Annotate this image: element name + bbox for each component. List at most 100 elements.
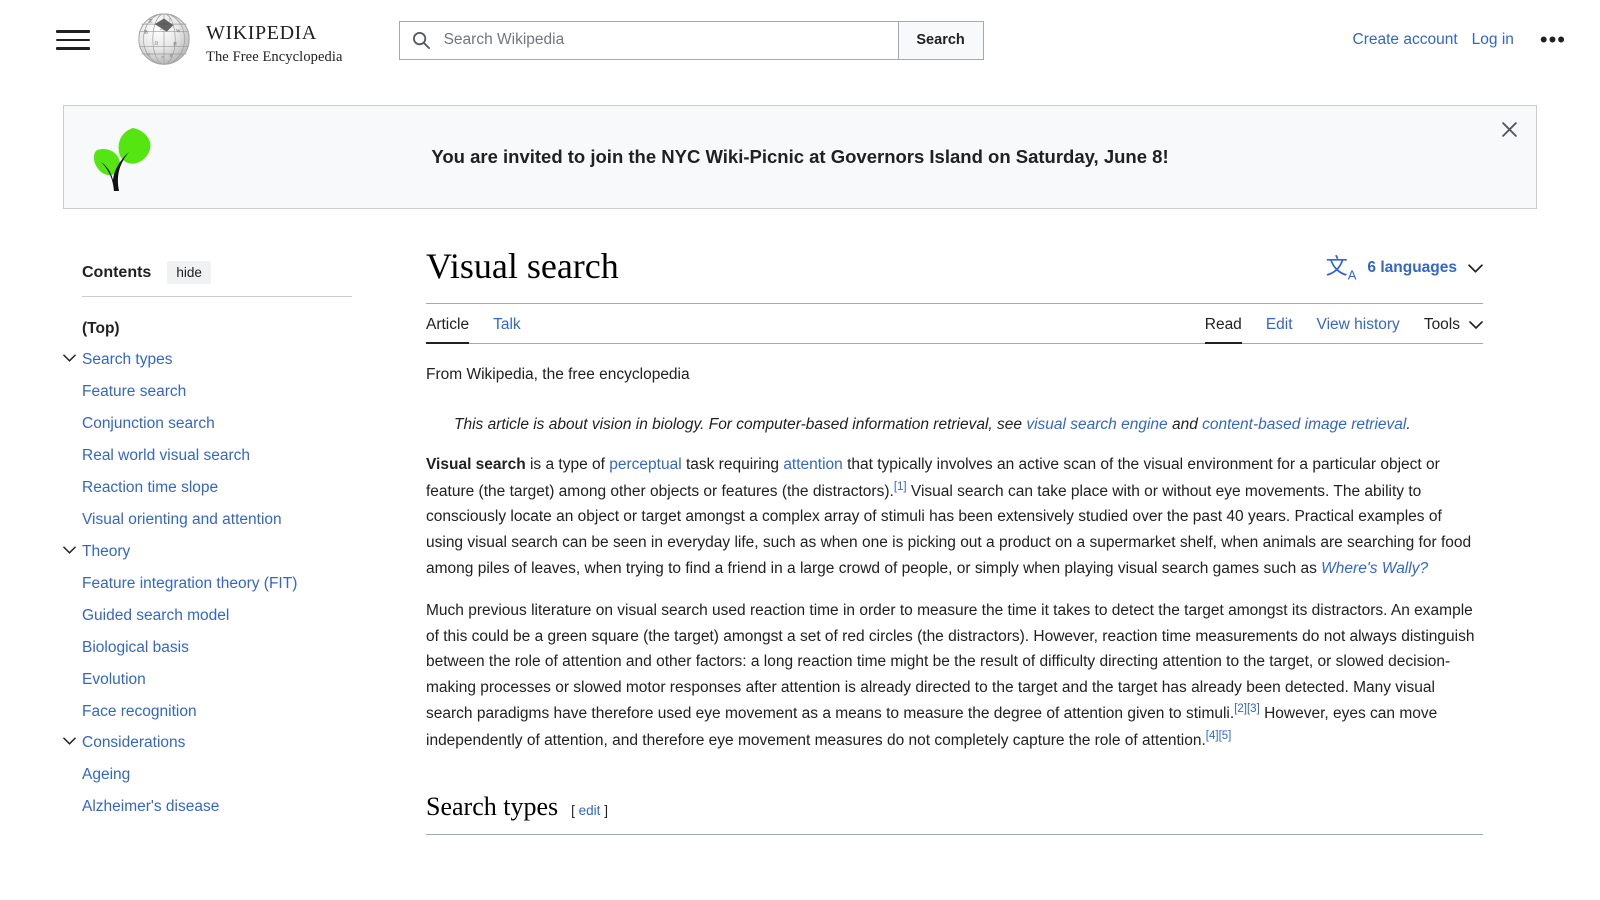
toc-item-evolution[interactable]: Evolution (63, 664, 393, 696)
tab-label: Article (426, 316, 470, 334)
hatnote-text-2: and (1167, 416, 1203, 434)
log-in-link[interactable]: Log in (1472, 31, 1514, 49)
toc-item-guided-search-model[interactable]: Guided search model (63, 600, 393, 632)
toc-item-search-types[interactable]: Search types (63, 345, 393, 377)
toc-item-label: Search types (82, 351, 173, 369)
toc-item-label: Considerations (82, 734, 186, 752)
citation-ref-1[interactable]: [1] (894, 481, 907, 493)
toc-item-label: Biological basis (82, 638, 189, 656)
visual-search-engine-link[interactable]: visual search engine (1026, 416, 1167, 433)
tab-article[interactable]: Article (426, 316, 470, 345)
toc-item-label: Feature integration theory (FIT) (82, 574, 298, 592)
hatnote-text-1: This article is about vision in biology.… (454, 416, 1027, 434)
citation-ref-4[interactable]: [4] (1206, 730, 1219, 742)
toc-item-label: Evolution (82, 670, 146, 688)
create-account-link[interactable]: Create account (1353, 31, 1458, 49)
tab-label: View history (1316, 316, 1400, 334)
edit-link[interactable]: edit (579, 803, 601, 818)
section-edit-link: [ edit ] (571, 803, 608, 818)
close-icon[interactable] (1492, 112, 1526, 146)
toc-item-reaction-time-slope[interactable]: Reaction time slope (63, 473, 393, 505)
language-count-label: 6 languages (1367, 259, 1457, 277)
hamburger-icon[interactable] (56, 23, 90, 57)
toc-hide-button[interactable]: hide (167, 261, 211, 284)
perceptual-link[interactable]: perceptual (609, 456, 681, 473)
toc-item-top[interactable]: (Top) (63, 313, 393, 345)
toc-item-feature-search[interactable]: Feature search (63, 377, 393, 409)
toc-item-real-world-visual-search[interactable]: Real world visual search (63, 441, 393, 473)
p1-t2: task requiring (681, 456, 784, 474)
toc-item-label: Real world visual search (82, 447, 250, 465)
second-paragraph: Much previous literature on visual searc… (426, 598, 1483, 754)
tools-label: Tools (1423, 316, 1460, 334)
toc-item-label: Reaction time slope (82, 479, 219, 497)
banner-message: You are invited to join the NYC Wiki-Pic… (431, 146, 1169, 167)
toc-item-label: Face recognition (82, 702, 197, 720)
p2-t1: Much previous literature on visual searc… (426, 602, 1475, 723)
table-of-contents: Contents hide (Top) Search types Feature s… (63, 209, 393, 835)
toc-list: (Top) Search types Feature search Conjuncti… (63, 313, 393, 824)
edit-bracket-close: ] (604, 802, 608, 818)
header-user-links: Create account Log in ••• (1353, 28, 1580, 52)
hamburger-bar (56, 30, 90, 33)
toc-item-feature-integration-theory-fit[interactable]: Feature integration theory (FIT) (63, 568, 393, 600)
chevron-down-icon[interactable] (63, 350, 82, 363)
chevron-down-icon (1469, 321, 1483, 330)
toc-item-biological-basis[interactable]: Biological basis (63, 632, 393, 664)
toc-item-ageing[interactable]: Ageing (63, 760, 393, 792)
tab-view-history[interactable]: View history (1317, 316, 1400, 343)
wordmark-text: WIKIPEDIA (206, 13, 317, 46)
ellipsis-icon[interactable]: ••• (1536, 28, 1570, 52)
wheres-wally-link[interactable]: Where's Wally? (1321, 560, 1428, 577)
section-heading-label: Search types (426, 791, 559, 821)
site-header: 文ᚠ あW ΩИ תא дק WIKIPEDIA The Free Encycl… (0, 0, 1600, 80)
toc-item-face-recognition[interactable]: Face recognition (63, 696, 393, 728)
toc-item-label: Guided search model (82, 606, 230, 624)
search-input[interactable] (441, 30, 888, 50)
language-selector[interactable]: 文A 6 languages (1326, 255, 1483, 288)
wikipedia-logo-link[interactable]: 文ᚠ あW ΩИ תא дק WIKIPEDIA The Free Encycl… (136, 9, 343, 71)
p1-t1: is a type of (525, 456, 610, 474)
tab-label: Edit (1265, 316, 1293, 334)
hamburger-bar (56, 38, 90, 42)
chevron-down-icon[interactable] (63, 542, 82, 554)
tab-edit[interactable]: Edit (1266, 316, 1293, 343)
toc-item-label: (Top) (82, 319, 120, 337)
toc-header: Contents hide (82, 261, 352, 297)
page-layout: Contents hide (Top) Search types Feature s… (0, 209, 1600, 835)
search-form: Search (398, 20, 984, 60)
hatnote-text-3: . (1406, 416, 1411, 434)
content-based-image-retrieval-link[interactable]: content-based image retrieval (1202, 416, 1406, 433)
toc-item-label: Feature search (82, 383, 187, 401)
toc-item-label: Conjunction search (82, 415, 215, 433)
page-title: Visual search (426, 246, 619, 286)
citation-ref-2[interactable]: [2] (1234, 703, 1247, 715)
toc-item-label: Visual orienting and attention (82, 511, 282, 529)
section-heading-search-types: Search types [ edit ] (426, 792, 1483, 835)
svg-text:Ω: Ω (155, 42, 159, 47)
edit-bracket-open: [ (571, 802, 575, 818)
toc-item-conjunction-search[interactable]: Conjunction search (63, 409, 393, 441)
tab-label: Read (1204, 316, 1242, 334)
svg-text:W: W (176, 30, 181, 35)
tools-dropdown[interactable]: Tools (1424, 316, 1483, 343)
citation-ref-5[interactable]: [5] (1219, 730, 1232, 742)
chevron-down-icon[interactable] (63, 733, 82, 746)
lead-paragraph: Visual search is a type of perceptual ta… (426, 452, 1483, 581)
citation-ref-3[interactable]: [3] (1247, 703, 1260, 715)
toc-item-theory[interactable]: Theory (63, 536, 393, 568)
tab-read[interactable]: Read (1204, 316, 1242, 345)
toc-item-label: Theory (82, 542, 131, 560)
search-input-wrapper[interactable] (398, 20, 898, 60)
lead-term: Visual search (426, 456, 526, 474)
toc-item-considerations[interactable]: Considerations (63, 728, 393, 760)
hatnote: This article is about vision in biology.… (454, 416, 1483, 434)
view-tabs: Read Edit View history Tools (1204, 316, 1483, 345)
leaf-sprout-icon (93, 128, 151, 191)
tab-talk[interactable]: Talk (493, 316, 521, 343)
search-button[interactable]: Search (897, 20, 984, 60)
wordmark-tagline: The Free Encyclopedia (206, 48, 343, 65)
attention-link[interactable]: attention (783, 456, 842, 473)
toc-item-visual-orienting-and-attention[interactable]: Visual orienting and attention (63, 505, 393, 537)
toc-item-alzheimer-s-disease[interactable]: Alzheimer's disease (63, 792, 393, 824)
